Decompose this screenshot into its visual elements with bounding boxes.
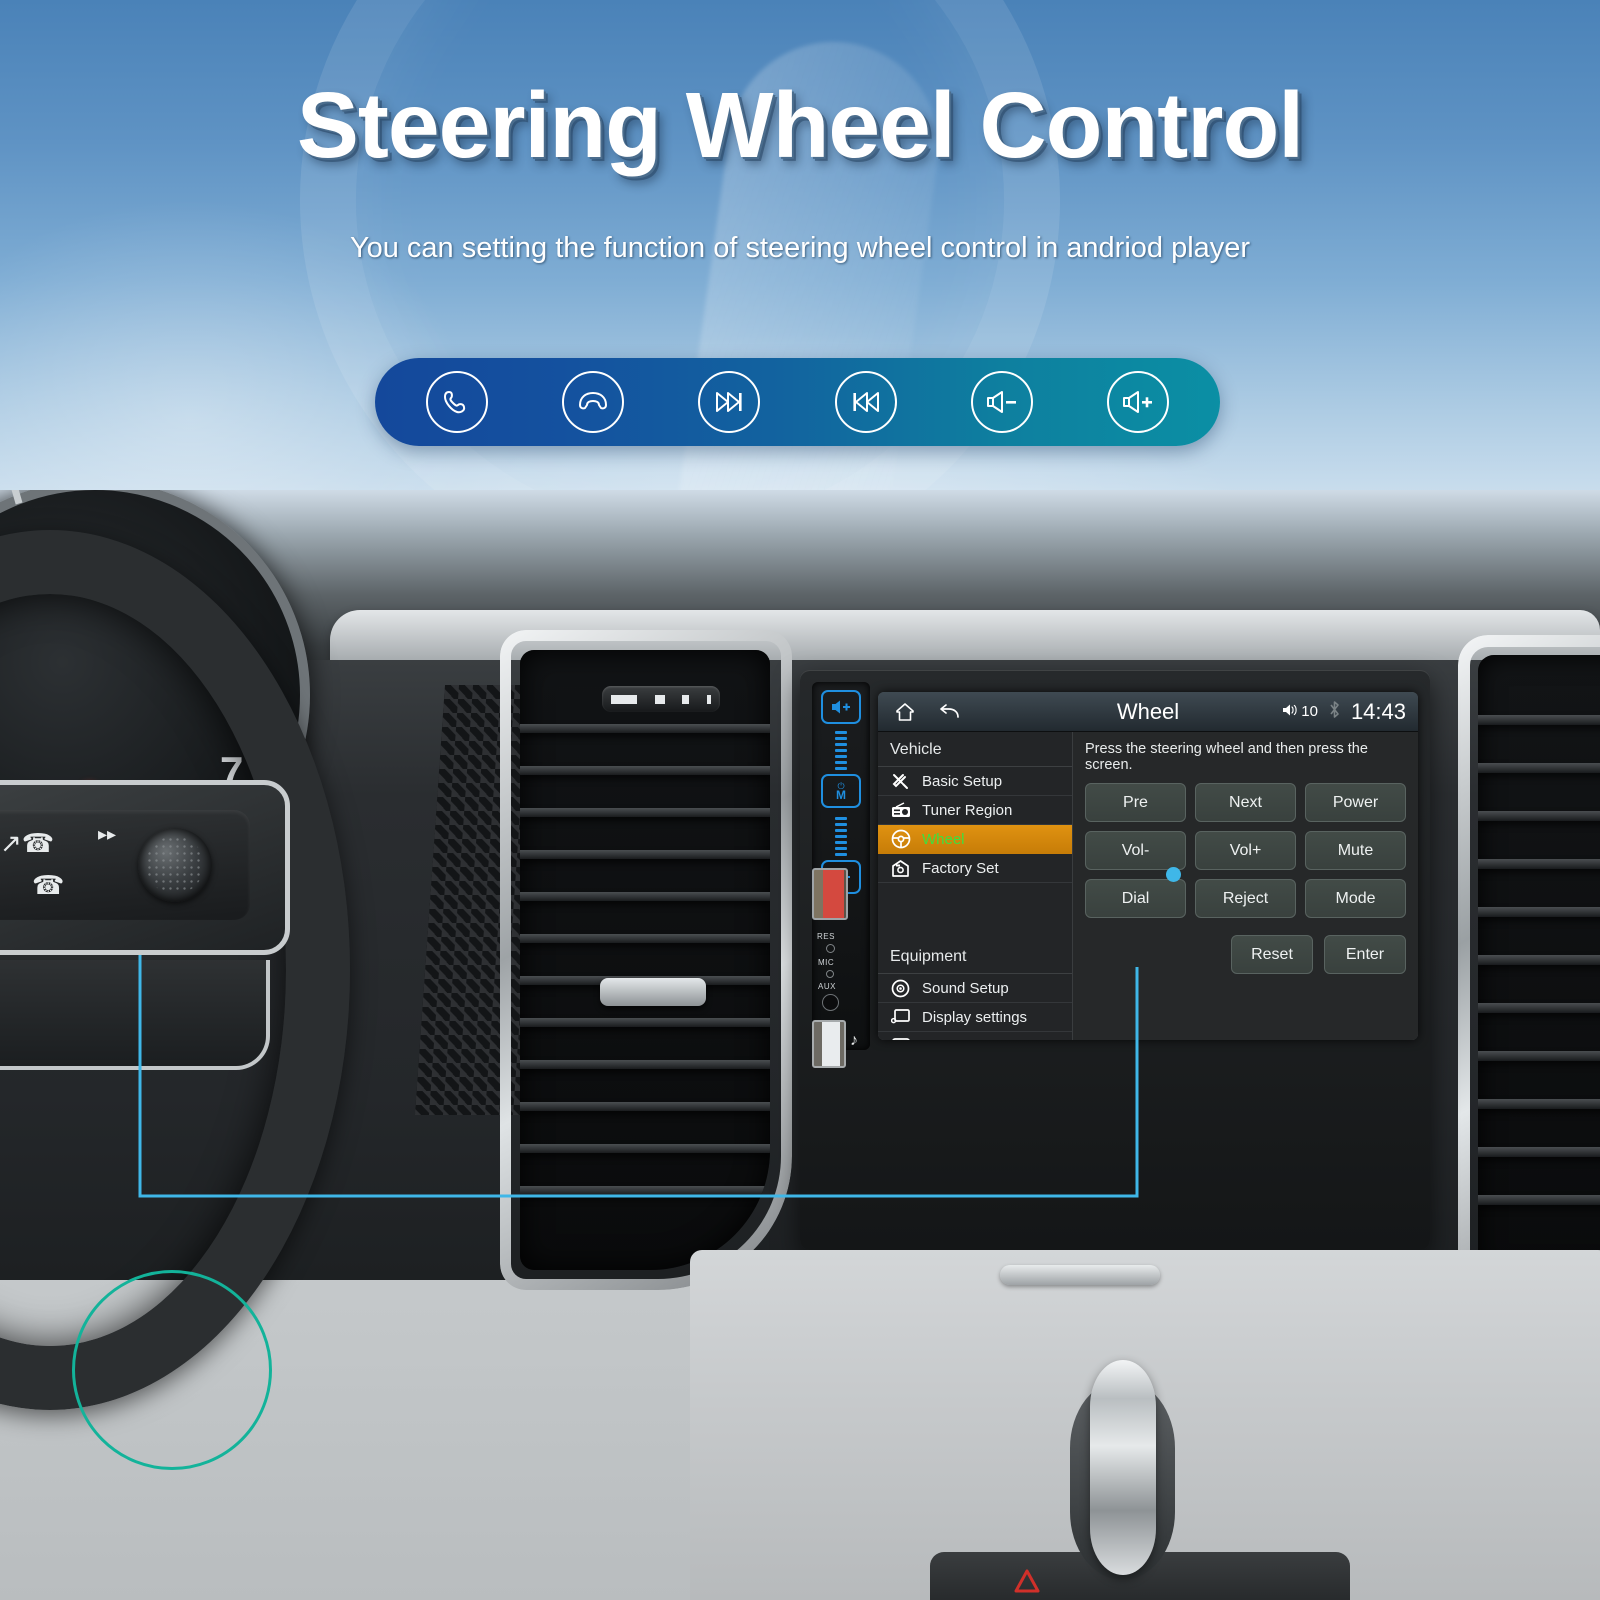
air-vent-dial[interactable] (602, 686, 720, 712)
air-vent-chrome-trim (500, 630, 792, 1290)
steering-wheel-button-pad[interactable]: ↗☎ ☎ ▸▸ (0, 810, 250, 920)
status-volume: 10 (1282, 703, 1318, 721)
reset-hole[interactable] (826, 944, 835, 953)
factory-icon (890, 858, 911, 879)
wheel-btn-vol-down[interactable]: Vol- (1085, 831, 1186, 870)
wheel-btn-dial[interactable]: Dial (1085, 879, 1186, 918)
wheel-call-end-icon[interactable]: ☎ (32, 870, 64, 901)
sidebar-item-label: Basic Setup (922, 772, 1003, 790)
status-bar: Wheel 10 14:43 (878, 692, 1418, 732)
wheel-btn-vol-up[interactable]: Vol+ (1195, 831, 1296, 870)
callout-dot-marker (1166, 867, 1181, 882)
wheel-btn-pre[interactable]: Pre (1085, 783, 1186, 822)
head-unit-side-strip: ⏻ M (812, 682, 870, 1050)
wheel-settings-pane: Press the steering wheel and then press … (1073, 732, 1418, 1040)
sidebar-item-background[interactable]: Background (878, 1032, 1072, 1040)
hero-banner: Steering Wheel Control You can setting t… (0, 0, 1600, 510)
reset-button[interactable]: Reset (1231, 935, 1313, 974)
image-icon (890, 1036, 911, 1040)
head-unit: ⏻ M RES MIC AUX ♪ Wheel 10 14:43 Vehicle… (800, 670, 1430, 1250)
sidebar-item-label: Factory Set (922, 859, 999, 877)
monitor-icon (890, 1007, 911, 1028)
volume-icon (1282, 703, 1299, 721)
steering-wheel-scroll-knob[interactable] (138, 828, 212, 902)
sidebar-item-label: Background (922, 1038, 1002, 1040)
steering-wheel-icon (890, 829, 911, 850)
sidebar-item-tuner-region[interactable]: Tuner Region (878, 796, 1072, 825)
aux-jack[interactable] (822, 994, 839, 1011)
status-time: 14:43 (1350, 698, 1406, 724)
head-unit-screen[interactable]: Wheel 10 14:43 Vehicle Basic Setup Tuner… (878, 692, 1418, 1040)
sidebar-item-display-settings[interactable]: Display settings (878, 1003, 1072, 1032)
wheel-btn-reject[interactable]: Reject (1195, 879, 1296, 918)
bluetooth-icon (1328, 700, 1341, 724)
sidebar-section-vehicle: Vehicle (878, 732, 1072, 767)
volume-up-key[interactable] (821, 690, 861, 724)
sidebar-item-factory-set[interactable]: Factory Set (878, 854, 1072, 883)
volume-up-icon[interactable] (1106, 371, 1169, 433)
mic-label: MIC (818, 958, 835, 967)
hazard-light-button[interactable] (1012, 1568, 1042, 1594)
dashboard-photo: 5 6 7 8 P R N D ↗☎ ☎ ▸▸ (0, 490, 1600, 1600)
wheel-function-grid: Pre Next Power Vol- Vol+ Mute Dial Rejec… (1085, 783, 1406, 918)
sidebar-item-label: Tuner Region (922, 801, 1013, 819)
settings-sidebar: Vehicle Basic Setup Tuner Region Wheel F… (878, 732, 1073, 1040)
next-track-icon[interactable] (698, 371, 761, 433)
tools-icon (890, 771, 911, 792)
back-icon[interactable] (934, 697, 964, 727)
function-icon-bar (375, 358, 1220, 446)
volume-value: 10 (1301, 703, 1318, 720)
sidebar-item-label: Display settings (922, 1008, 1028, 1026)
page-subtitle: You can setting the function of steering… (349, 232, 1251, 264)
right-air-vent-chrome-trim (1458, 635, 1600, 1295)
call-answer-icon[interactable] (426, 371, 489, 433)
wheel-btn-next[interactable]: Next (1195, 783, 1296, 822)
sidebar-item-basic-setup[interactable]: Basic Setup (878, 767, 1072, 796)
highlight-circle-steering-controls (72, 1270, 272, 1470)
aux-label: AUX (818, 982, 836, 991)
usb-port[interactable] (812, 1020, 846, 1068)
background-glow (0, 180, 500, 510)
wheel-call-answer-icon[interactable]: ↗☎ (0, 828, 54, 859)
air-vent-thumbwheel[interactable] (600, 978, 706, 1006)
music-note-icon: ♪ (850, 1032, 858, 1049)
sidebar-item-sound-setup[interactable]: Sound Setup (878, 974, 1072, 1003)
wheel-btn-mode[interactable]: Mode (1305, 879, 1406, 918)
wheel-btn-power[interactable]: Power (1305, 783, 1406, 822)
sd-card-slot[interactable] (812, 868, 848, 920)
home-icon[interactable] (890, 697, 920, 727)
page-title: Steering Wheel Control (296, 73, 1304, 177)
wheel-scroll-indicator-icon: ▸▸ (98, 824, 117, 844)
power-mode-key[interactable]: ⏻ M (821, 774, 861, 808)
mic-hole (826, 970, 834, 978)
sidebar-item-label: Sound Setup (922, 979, 1009, 997)
sidebar-item-wheel[interactable]: Wheel (878, 825, 1072, 854)
instruction-text: Press the steering wheel and then press … (1085, 741, 1368, 773)
gear-shifter-knob[interactable] (1090, 1360, 1156, 1575)
res-label: RES (817, 932, 835, 941)
volume-down-icon[interactable] (970, 371, 1033, 433)
radio-icon (890, 800, 911, 821)
wheel-btn-mute[interactable]: Mute (1305, 831, 1406, 870)
previous-track-icon[interactable] (834, 371, 897, 433)
enter-button[interactable]: Enter (1324, 935, 1406, 974)
speaker-disc-icon (890, 978, 911, 999)
sidebar-item-label: Wheel (922, 830, 965, 848)
steering-wheel-lower-arm (0, 960, 270, 1070)
console-handle (1000, 1265, 1160, 1285)
call-end-icon[interactable] (562, 371, 625, 433)
sidebar-section-equipment: Equipment (878, 939, 1072, 974)
